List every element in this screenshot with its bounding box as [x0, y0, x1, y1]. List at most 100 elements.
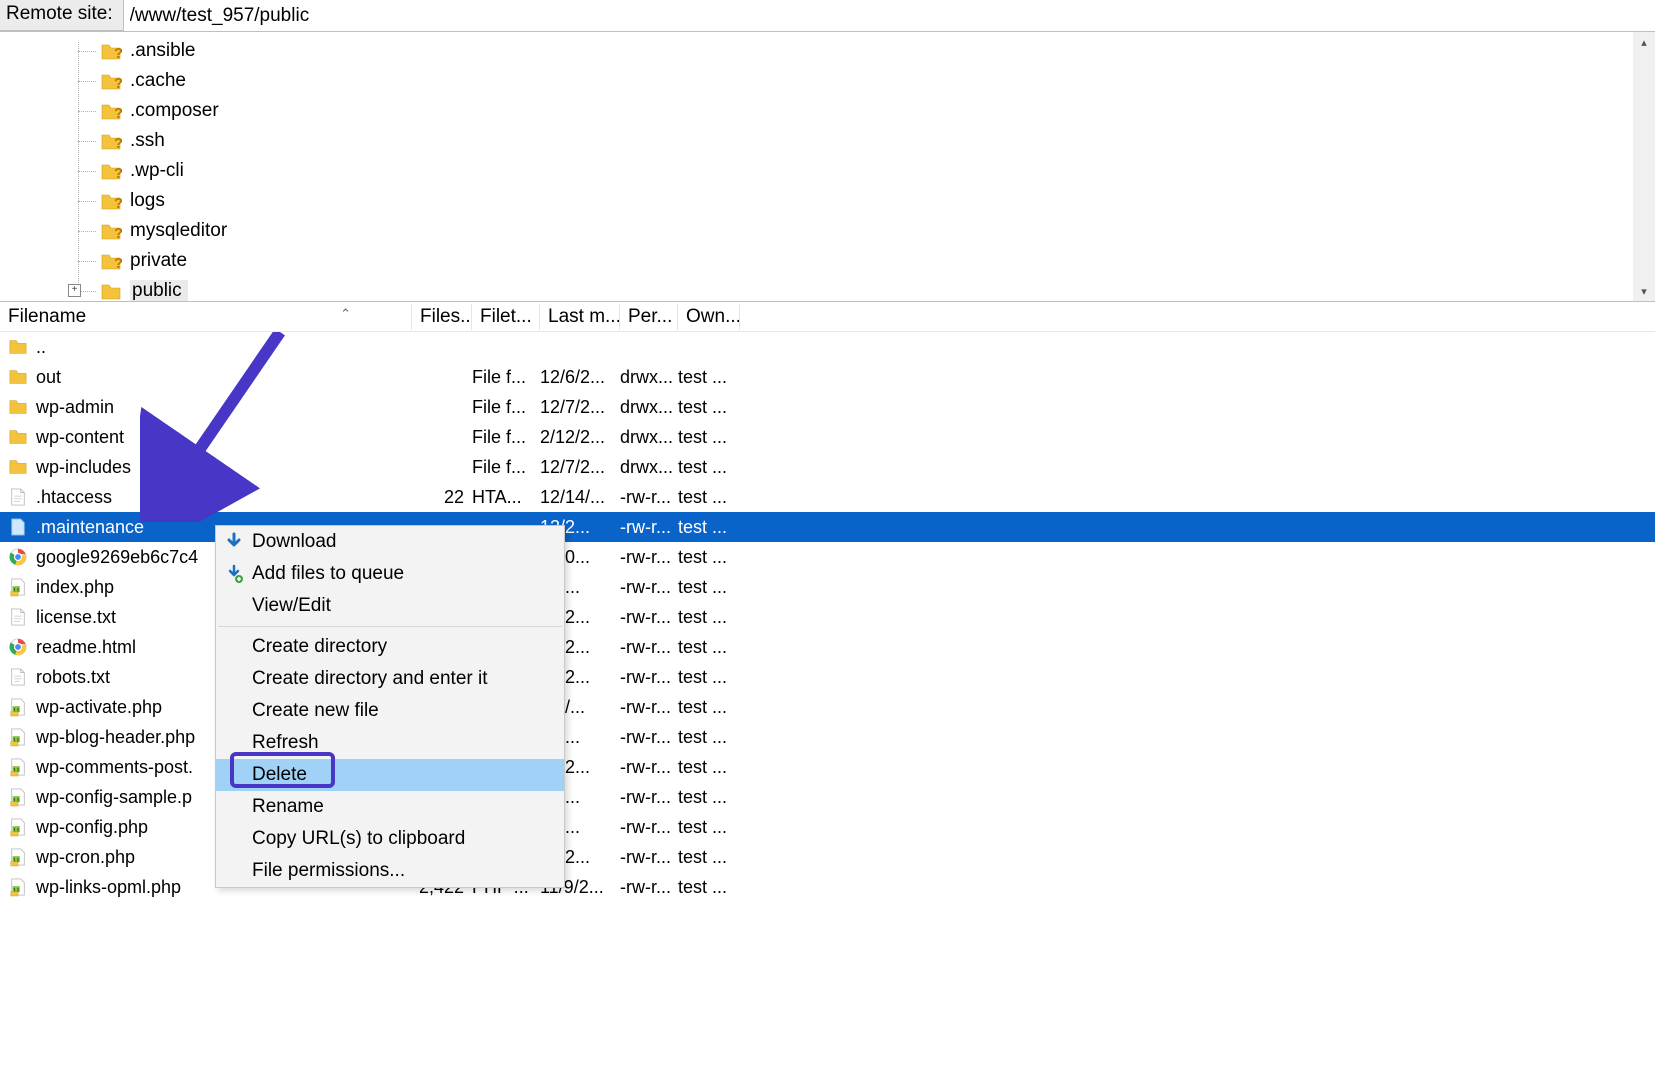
col-filetype[interactable]: Filet... — [472, 304, 540, 330]
file-name: readme.html — [36, 637, 136, 658]
tree-item-private[interactable]: private — [100, 246, 1655, 276]
tree-item-composer[interactable]: .composer — [100, 96, 1655, 126]
menu-item-add-files-to-queue[interactable]: Add files to queue — [216, 558, 564, 590]
tree-item-ssh[interactable]: .ssh — [100, 126, 1655, 156]
php-icon — [8, 697, 28, 717]
folder-unknown-icon — [100, 192, 122, 210]
cell-mod: 12/7/2... — [540, 397, 620, 418]
file-list-headers[interactable]: Filename Files... Filet... Last m... Per… — [0, 302, 1655, 332]
file-name: wp-content — [36, 427, 124, 448]
menu-item-label: Rename — [252, 796, 324, 818]
menu-item-label: View/Edit — [252, 595, 331, 617]
cell-type: File f... — [472, 397, 540, 418]
file-name: index.php — [36, 577, 114, 598]
cell-perm: -rw-r... — [620, 757, 678, 778]
tree-item-wp-cli[interactable]: .wp-cli — [100, 156, 1655, 186]
menu-item-copy-url-s-to-clipboard[interactable]: Copy URL(s) to clipboard — [216, 823, 564, 855]
folder-unknown-icon — [100, 132, 122, 150]
folder-unknown-icon — [100, 252, 122, 270]
file-name: out — [36, 367, 61, 388]
menu-item-create-new-file[interactable]: Create new file — [216, 695, 564, 727]
cell-own: test ... — [678, 397, 740, 418]
col-permissions[interactable]: Per... — [620, 304, 678, 330]
cell-own: test ... — [678, 787, 740, 808]
expander-icon[interactable]: + — [68, 284, 81, 297]
folder-icon — [8, 367, 28, 387]
file-name: wp-includes — [36, 457, 131, 478]
php-icon — [8, 727, 28, 747]
menu-item-file-permissions[interactable]: File permissions... — [216, 855, 564, 887]
cell-perm: -rw-r... — [620, 877, 678, 898]
folder-icon — [100, 282, 122, 300]
cell-mod: 12/7/2... — [540, 457, 620, 478]
file-icon — [8, 487, 28, 507]
cell-type: HTA... — [472, 487, 540, 508]
file-name: .. — [36, 337, 46, 358]
tree-item-label: .composer — [130, 100, 219, 122]
menu-item-download[interactable]: Download — [216, 526, 564, 558]
menu-separator — [218, 626, 562, 627]
php-icon — [8, 877, 28, 897]
tree-item-mysqleditor[interactable]: mysqleditor — [100, 216, 1655, 246]
tree-item-label: public — [130, 280, 188, 302]
tree-item-label: .ansible — [130, 40, 196, 62]
file-row[interactable]: .. — [0, 332, 1655, 362]
cell-own: test ... — [678, 607, 740, 628]
context-menu[interactable]: DownloadAdd files to queue View/Edit Creat… — [215, 525, 565, 888]
remote-tree[interactable]: .ansible .cache .composer .ssh.wp-cli logs my… — [0, 32, 1655, 302]
cell-perm: -rw-r... — [620, 607, 678, 628]
col-filesize[interactable]: Files... — [412, 304, 472, 330]
cell-perm: drwx... — [620, 367, 678, 388]
scroll-track[interactable] — [1633, 52, 1655, 281]
menu-item-create-directory-and-enter-it[interactable]: Create directory and enter it — [216, 663, 564, 695]
cell-perm: drwx... — [620, 457, 678, 478]
col-filename[interactable]: Filename — [0, 304, 412, 330]
cell-type: File f... — [472, 457, 540, 478]
file-name: wp-cron.php — [36, 847, 135, 868]
menu-item-rename[interactable]: Rename — [216, 791, 564, 823]
tree-item-public[interactable]: +public — [100, 276, 1655, 302]
menu-item-label: Copy URL(s) to clipboard — [252, 828, 465, 850]
scroll-down-icon[interactable]: ▾ — [1633, 281, 1655, 301]
file-name: wp-blog-header.php — [36, 727, 195, 748]
file-name: wp-links-opml.php — [36, 877, 181, 898]
file-row[interactable]: wp-adminFile f...12/7/2...drwx...test ..… — [0, 392, 1655, 422]
menu-item-view-edit[interactable]: View/Edit — [216, 590, 564, 622]
tree-item-label: mysqleditor — [130, 220, 227, 242]
file-row[interactable]: wp-contentFile f...2/12/2...drwx...test … — [0, 422, 1655, 452]
folder-icon — [8, 397, 28, 417]
cell-perm: -rw-r... — [620, 487, 678, 508]
cell-own: test ... — [678, 667, 740, 688]
tree-scrollbar[interactable]: ▴ ▾ — [1633, 32, 1655, 301]
scroll-up-icon[interactable]: ▴ — [1633, 32, 1655, 52]
col-modified[interactable]: Last m... — [540, 304, 620, 330]
cell-mod: 12/14/... — [540, 487, 620, 508]
menu-item-delete[interactable]: Delete — [216, 759, 564, 791]
file-name: .maintenance — [36, 517, 144, 538]
cell-own: test ... — [678, 457, 740, 478]
file-row[interactable]: outFile f...12/6/2...drwx...test ... — [0, 362, 1655, 392]
cell-mod: 2/12/2... — [540, 427, 620, 448]
tree-item-ansible[interactable]: .ansible — [100, 36, 1655, 66]
remote-site-label: Remote site: — [0, 0, 124, 31]
cell-own: test ... — [678, 577, 740, 598]
tree-item-logs[interactable]: logs — [100, 186, 1655, 216]
cell-perm: -rw-r... — [620, 667, 678, 688]
tree-item-cache[interactable]: .cache — [100, 66, 1655, 96]
menu-item-refresh[interactable]: Refresh — [216, 727, 564, 759]
menu-item-label: File permissions... — [252, 860, 405, 882]
remote-path-input[interactable] — [124, 0, 1655, 31]
file-row[interactable]: wp-includes File f...12/7/2...drwx...test… — [0, 452, 1655, 482]
menu-item-create-directory[interactable]: Create directory — [216, 631, 564, 663]
tree-item-label: logs — [130, 190, 165, 212]
cell-own: test ... — [678, 697, 740, 718]
cell-perm: -rw-r... — [620, 637, 678, 658]
php-icon — [8, 847, 28, 867]
cell-own: test ... — [678, 487, 740, 508]
file-row[interactable]: .htaccess22HTA...12/14/...-rw-r...test .… — [0, 482, 1655, 512]
php-icon — [8, 817, 28, 837]
col-owner[interactable]: Own... — [678, 304, 740, 330]
remote-tree-panel: .ansible .cache .composer .ssh.wp-cli logs my… — [0, 32, 1655, 302]
cell-perm: -rw-r... — [620, 547, 678, 568]
cell-perm: -rw-r... — [620, 817, 678, 838]
